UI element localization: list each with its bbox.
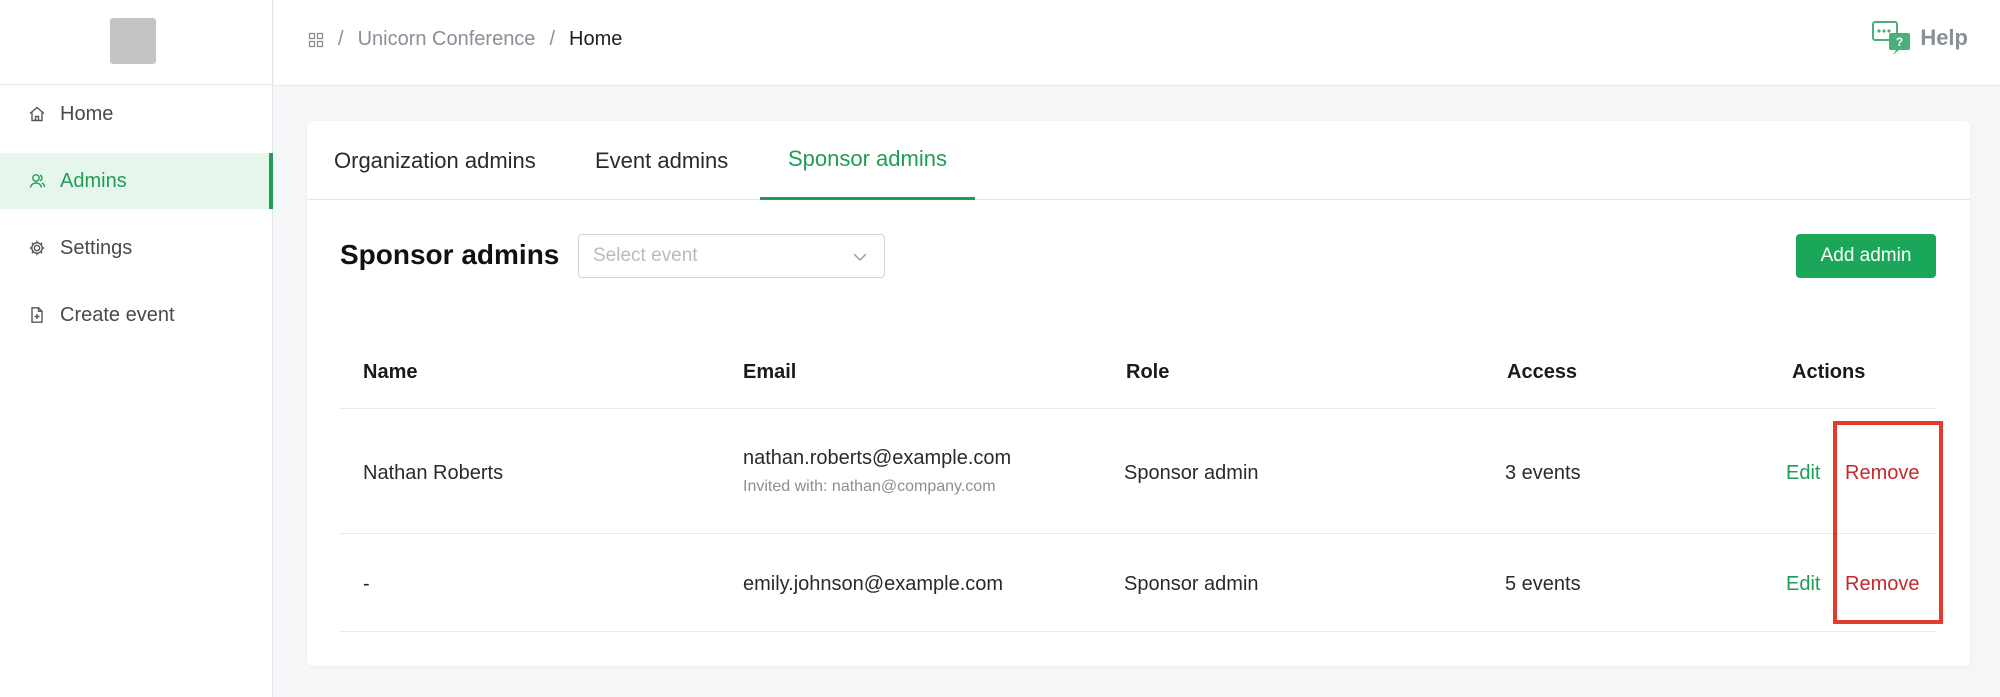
table-divider — [340, 408, 1937, 409]
table-divider — [340, 631, 1937, 632]
table-divider — [340, 533, 1937, 534]
cell-access: 5 events — [1505, 573, 1581, 595]
sidebar-item-settings[interactable]: Settings — [0, 220, 273, 276]
event-select[interactable]: Select event — [578, 234, 885, 278]
cell-role: Sponsor admin — [1124, 573, 1259, 595]
event-select-placeholder: Select event — [593, 245, 698, 266]
sidebar-item-label: Admins — [60, 169, 127, 192]
sidebar-item-admins[interactable]: Admins — [0, 153, 273, 209]
column-header-role: Role — [1126, 361, 1170, 383]
gear-icon — [28, 239, 46, 257]
sidebar-item-home[interactable]: Home — [0, 86, 273, 142]
cell-name: - — [363, 573, 370, 595]
admins-card: Organization admins Event admins Sponsor… — [307, 121, 1970, 666]
sidebar-item-create-event[interactable]: Create event — [0, 287, 273, 343]
cell-access: 3 events — [1505, 462, 1581, 484]
apps-grid-icon[interactable] — [308, 32, 324, 48]
sidebar: Home Admins Settings Create event — [0, 0, 273, 697]
cell-name: Nathan Roberts — [363, 462, 504, 484]
chevron-down-icon — [853, 253, 867, 262]
remove-button[interactable]: Remove — [1845, 462, 1919, 485]
tab-sponsor-admins[interactable]: Sponsor admins — [760, 121, 975, 200]
breadcrumb-link-event[interactable]: Unicorn Conference — [358, 28, 536, 51]
breadcrumb-separator: / — [549, 28, 555, 50]
sidebar-item-label: Home — [60, 102, 114, 125]
users-icon — [28, 172, 46, 190]
cell-email: emily.johnson@example.com — [743, 573, 1004, 595]
tab-event-admins[interactable]: Event admins — [595, 121, 728, 200]
logo-area — [0, 0, 272, 85]
breadcrumb-current: Home — [569, 28, 623, 50]
logo[interactable] — [110, 18, 156, 64]
file-plus-icon — [28, 306, 46, 324]
app-root: Home Admins Settings Create event / Unic… — [0, 0, 2000, 697]
breadcrumb: / Unicorn Conference / Home — [308, 28, 622, 51]
edit-button[interactable]: Edit — [1786, 573, 1820, 596]
column-header-name: Name — [363, 361, 418, 383]
tab-organization-admins[interactable]: Organization admins — [334, 121, 536, 200]
remove-button[interactable]: Remove — [1845, 573, 1919, 596]
help-label: Help — [1920, 25, 1968, 50]
home-icon — [28, 105, 46, 123]
cell-email: nathan.roberts@example.com — [743, 447, 1012, 469]
column-header-actions: Actions — [1792, 361, 1866, 383]
tab-bar: Organization admins Event admins Sponsor… — [307, 121, 1970, 200]
cell-invited-with: Invited with: nathan@company.com — [743, 478, 996, 495]
column-header-email: Email — [743, 361, 797, 383]
help-chat-icon: ? — [1872, 21, 1911, 55]
breadcrumb-separator: / — [338, 28, 344, 50]
sidebar-item-label: Settings — [60, 236, 133, 259]
column-header-access: Access — [1507, 361, 1578, 383]
help-button[interactable]: ? Help — [1872, 20, 1968, 56]
cell-role: Sponsor admin — [1124, 462, 1259, 484]
top-bar: / Unicorn Conference / Home ? Help — [274, 0, 2000, 86]
edit-button[interactable]: Edit — [1786, 462, 1820, 485]
add-admin-button[interactable]: Add admin — [1796, 234, 1936, 278]
page-title: Sponsor admins — [340, 239, 560, 270]
sidebar-item-label: Create event — [60, 303, 175, 326]
svg-text:?: ? — [1896, 35, 1903, 49]
